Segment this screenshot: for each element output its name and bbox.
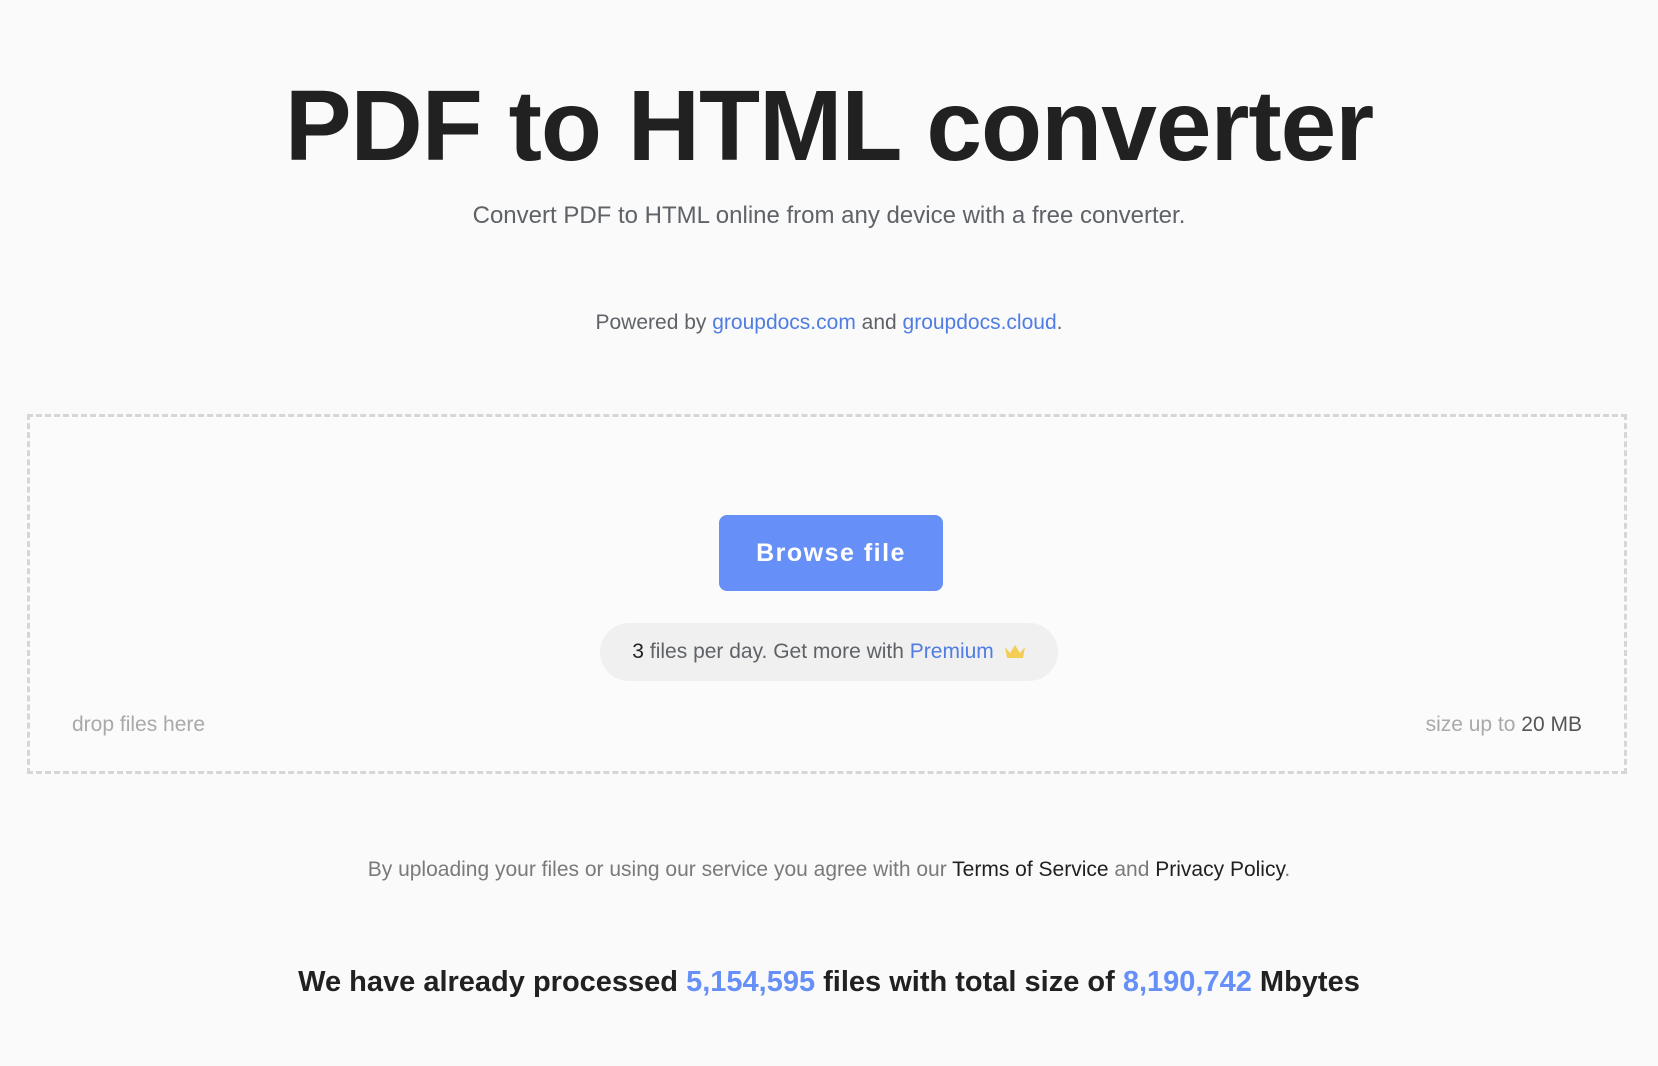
premium-link[interactable]: Premium	[910, 640, 994, 664]
browse-file-button[interactable]: Browse file	[719, 515, 943, 591]
page: PDF to HTML converter Convert PDF to HTM…	[0, 0, 1658, 1066]
file-drop-zone[interactable]: Browse file 3 files per day. Get more wit…	[27, 414, 1627, 774]
files-processed-count: 5,154,595	[686, 966, 816, 998]
page-subtitle: Convert PDF to HTML online from any devi…	[472, 202, 1186, 229]
terms-suffix: .	[1284, 858, 1291, 881]
daily-limit-text: files per day. Get more with	[649, 640, 904, 663]
processing-stats: We have already processed 5,154,595 file…	[0, 962, 1658, 1002]
groupdocs-com-link[interactable]: groupdocs.com	[712, 311, 856, 334]
powered-middle: and	[855, 311, 903, 334]
daily-limit-count: 3	[632, 640, 644, 663]
stats-suffix: Mbytes	[1251, 966, 1360, 998]
stats-middle: files with total size of	[815, 966, 1123, 998]
max-size-hint: size up to 20 MB	[1426, 713, 1582, 737]
total-size-count: 8,190,742	[1122, 966, 1252, 998]
terms-middle: and	[1108, 858, 1156, 881]
drop-files-hint: drop files here	[72, 713, 206, 736]
terms-of-service-link[interactable]: Terms of Service	[952, 858, 1108, 881]
powered-by: Powered by groupdocs.com and groupdocs.c…	[0, 308, 1658, 338]
terms-notice: By uploading your files or using our ser…	[0, 855, 1658, 885]
terms-prefix: By uploading your files or using our ser…	[367, 858, 953, 881]
crown-icon	[1004, 645, 1025, 658]
size-limit-value: 20 MB	[1521, 713, 1582, 736]
powered-suffix: .	[1056, 311, 1063, 334]
groupdocs-cloud-link[interactable]: groupdocs.cloud	[903, 311, 1057, 334]
daily-limit-badge: 3 files per day. Get more with Premium	[600, 623, 1058, 681]
privacy-policy-link[interactable]: Privacy Policy	[1155, 858, 1284, 881]
stats-prefix: We have already processed	[298, 966, 687, 998]
powered-prefix: Powered by	[595, 311, 713, 334]
page-title: PDF to HTML converter	[284, 70, 1374, 182]
size-prefix: size up to	[1425, 713, 1522, 736]
